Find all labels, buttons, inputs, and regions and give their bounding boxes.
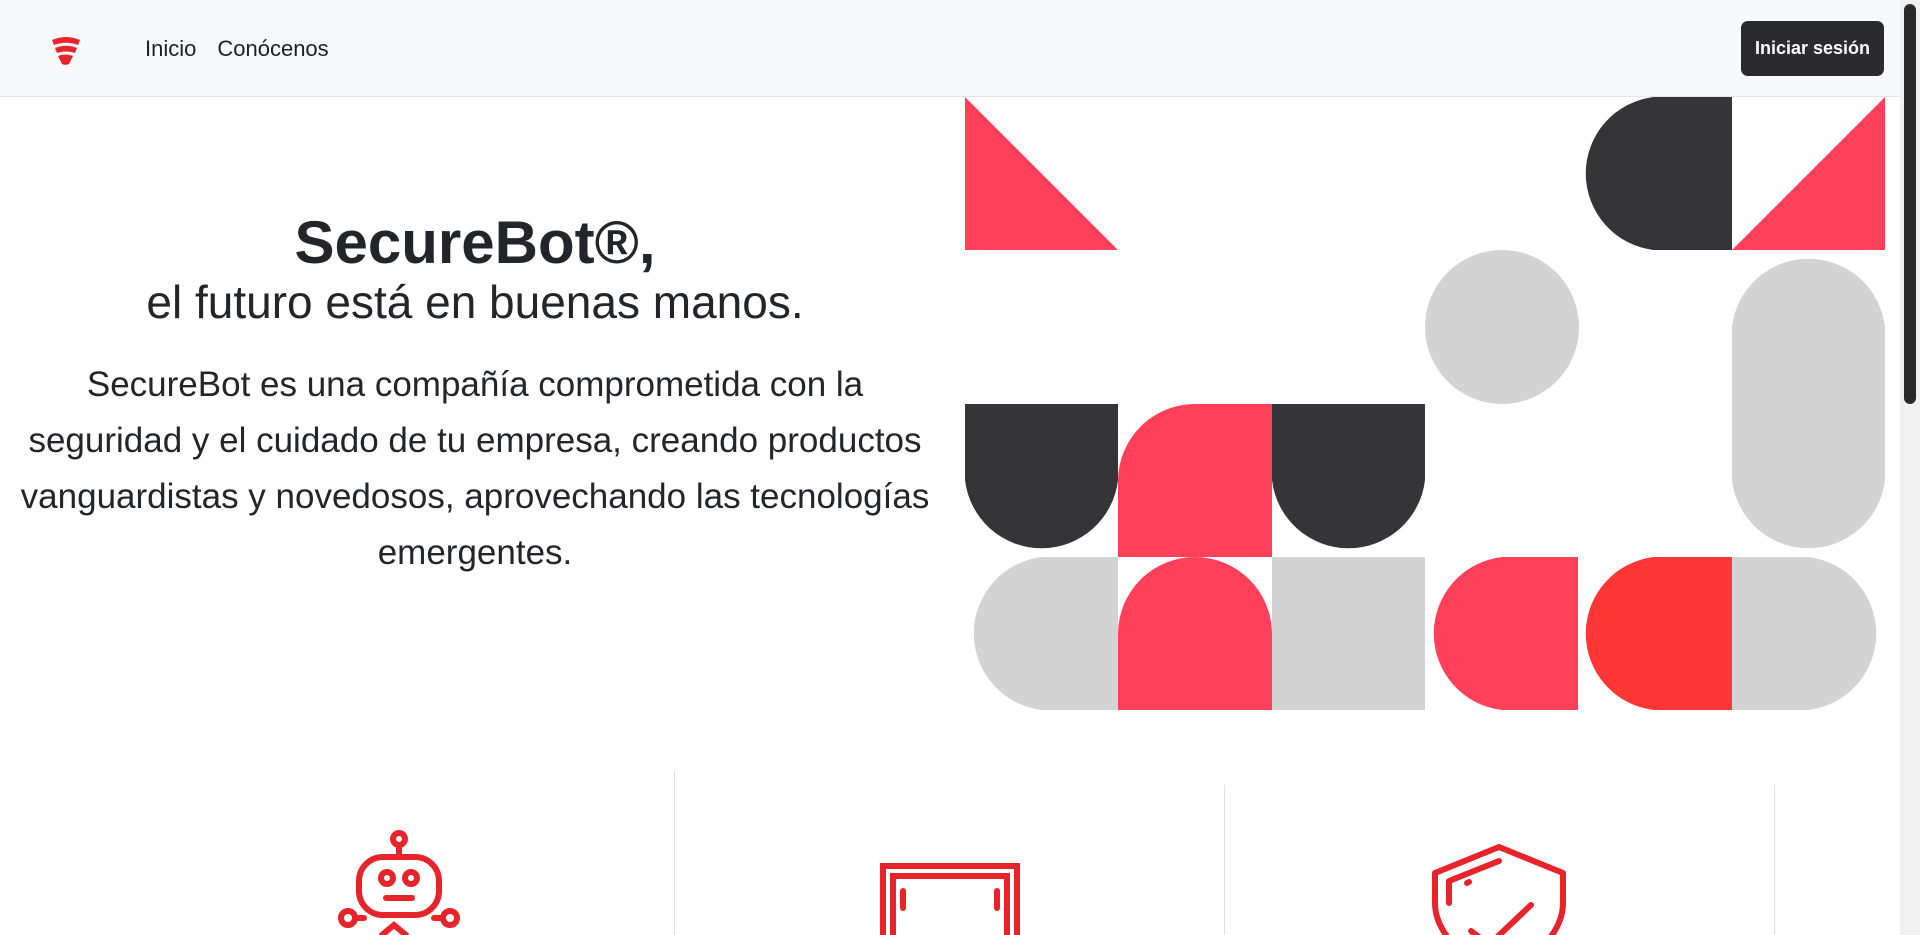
- mosaic-pink-quarter: [1118, 404, 1272, 557]
- mosaic-gray-square: [1272, 557, 1425, 710]
- mosaic-gray-pill: [1732, 258, 1885, 549]
- geometric-mosaic-graphic: [965, 97, 1885, 710]
- mosaic-dark-cup-left: [965, 404, 1118, 549]
- hero-subtitle: el futuro está en buenas manos.: [146, 276, 804, 328]
- feature-divider-2: [1224, 785, 1225, 935]
- mosaic-pink-triangle-right: [1732, 97, 1885, 250]
- feature-divider-1: [674, 770, 675, 935]
- page: Inicio Conócenos Iniciar sesión SecureBo…: [0, 0, 1920, 935]
- page-scrollbar[interactable]: [1900, 0, 1920, 935]
- scrollbar-thumb[interactable]: [1904, 4, 1916, 404]
- nav-link-conocenos[interactable]: Conócenos: [217, 36, 328, 62]
- nav-links: Inicio Conócenos: [145, 0, 329, 97]
- robot-icon: [338, 830, 460, 935]
- login-button[interactable]: Iniciar sesión: [1741, 21, 1884, 76]
- mosaic-gray-half-right: [1732, 557, 1877, 710]
- mosaic-pink-arch: [1118, 557, 1272, 710]
- mosaic-gray-circle: [1425, 250, 1579, 404]
- mosaic-pink-half: [1433, 557, 1578, 710]
- navbar: Inicio Conócenos Iniciar sesión: [0, 0, 1900, 97]
- securebot-logo-icon[interactable]: [49, 34, 81, 66]
- mosaic-pink-triangle-left: [965, 97, 1118, 250]
- feature-divider-3: [1774, 785, 1775, 935]
- hero-title: SecureBot®,: [294, 209, 656, 276]
- nav-link-inicio[interactable]: Inicio: [145, 36, 196, 62]
- mosaic-dark-cup-right: [1272, 404, 1425, 549]
- hero-description: SecureBot es una compañía comprometida c…: [20, 364, 930, 572]
- screen-frame-icon: [880, 863, 1020, 935]
- hero-text: SecureBot®, el futuro está en buenas man…: [20, 210, 930, 581]
- mosaic-gray-half-left: [973, 557, 1118, 710]
- shield-check-icon: [1432, 844, 1566, 935]
- mosaic-dark-half-circle-top: [1585, 97, 1732, 250]
- mosaic-red-half: [1585, 557, 1732, 710]
